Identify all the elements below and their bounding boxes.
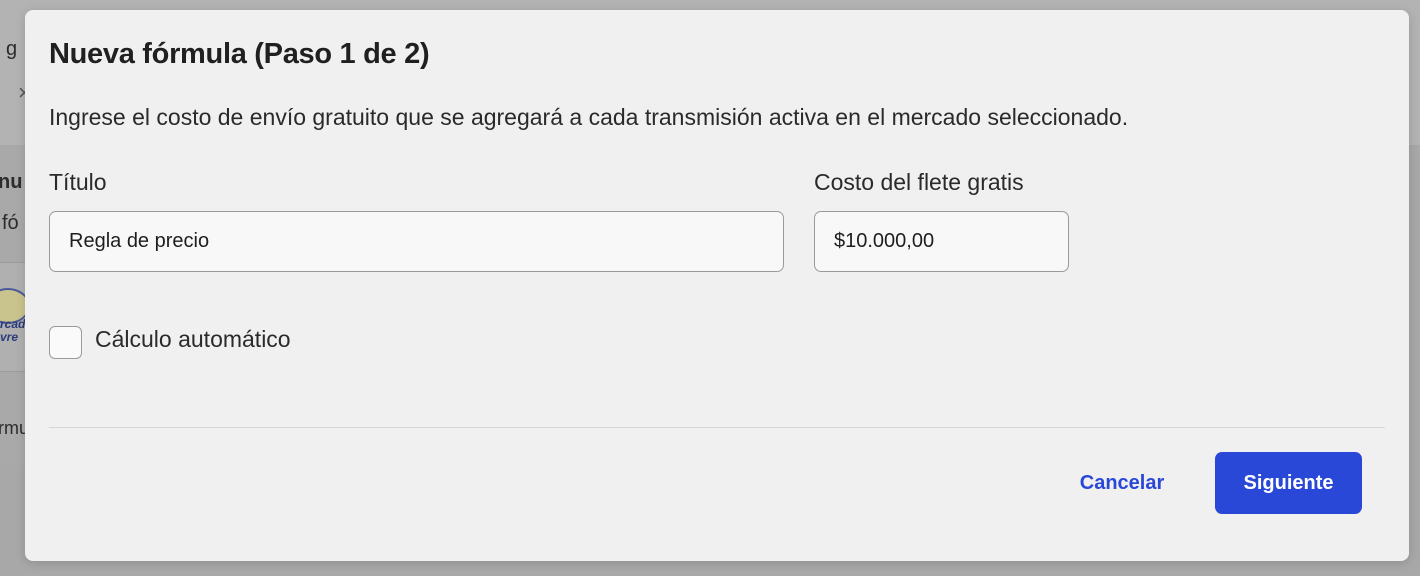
background-text-fragment: fó (2, 212, 19, 234)
shipping-cost-field-label: Costo del flete gratis (814, 169, 1024, 195)
background-logo-text: rcad vre (0, 317, 26, 344)
title-field-label: Título (49, 169, 107, 195)
dialog-description: Ingrese el costo de envío gratuito que s… (49, 104, 1129, 130)
footer-divider (49, 427, 1385, 428)
new-formula-dialog: Nueva fórmula (Paso 1 de 2) Ingrese el c… (25, 10, 1409, 561)
auto-calculation-checkbox[interactable] (49, 326, 82, 359)
title-input[interactable] (49, 211, 784, 272)
shipping-cost-input[interactable] (814, 211, 1069, 272)
background-text-fragment: nu (0, 171, 23, 193)
cancel-button[interactable]: Cancelar (1055, 452, 1189, 514)
dialog-title: Nueva fórmula (Paso 1 de 2) (49, 38, 430, 70)
next-button[interactable]: Siguiente (1215, 452, 1362, 514)
auto-calculation-label[interactable]: Cálculo automático (95, 326, 291, 353)
background-text-fragment: g (6, 38, 18, 60)
